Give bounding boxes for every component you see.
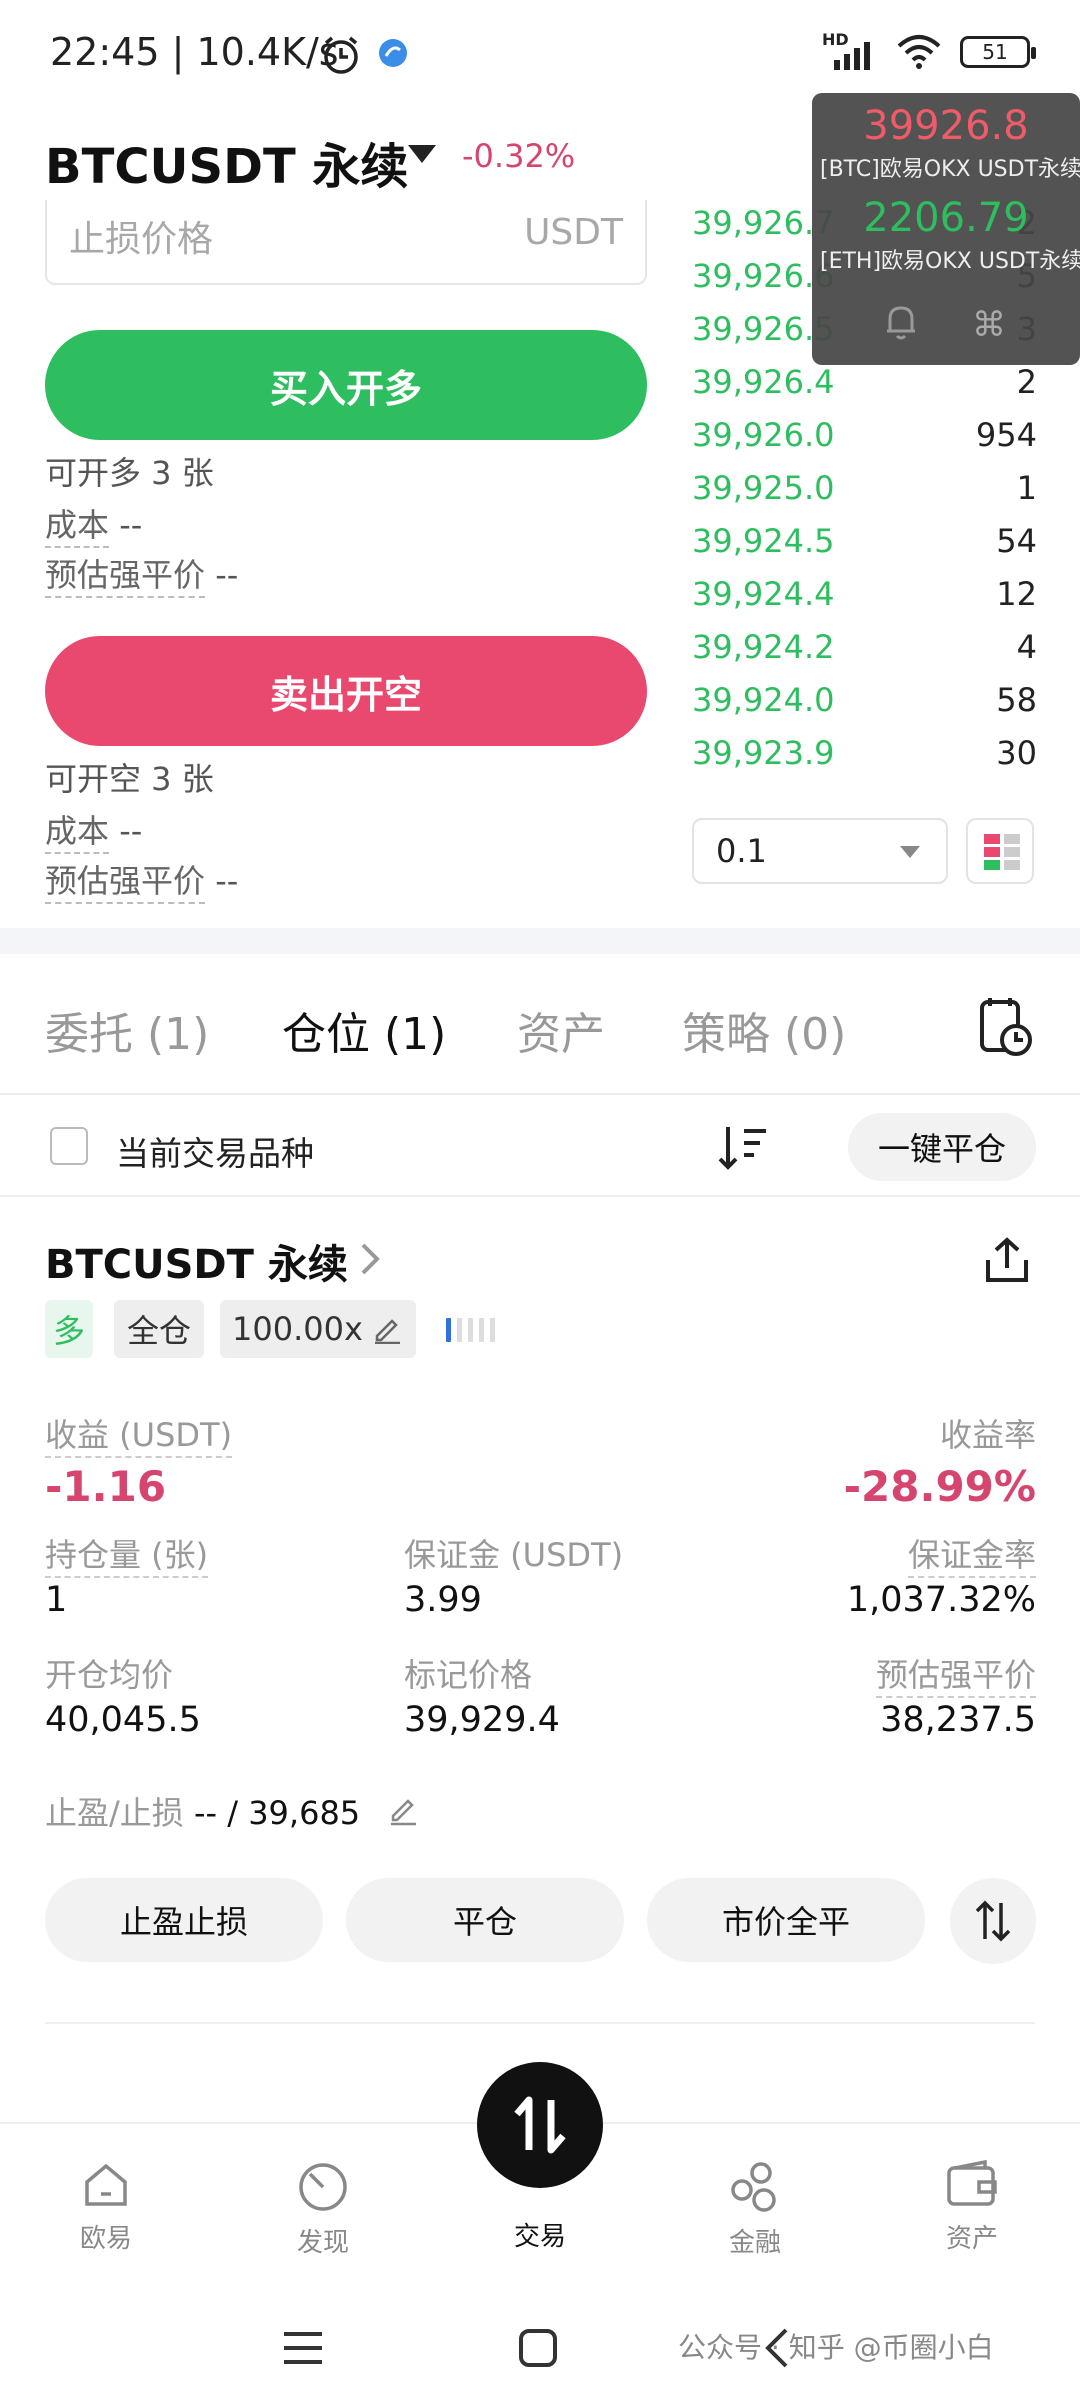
battery-icon: 51 [960, 36, 1036, 68]
order-book-layout-button[interactable] [966, 818, 1034, 884]
order-history-icon[interactable] [978, 996, 1034, 1058]
side-tag: 多 [45, 1300, 93, 1358]
home-icon [85, 2163, 127, 2206]
position-title[interactable]: BTCUSDT 永续 [45, 1232, 348, 1290]
chevron-down-icon [900, 846, 920, 858]
wifi-icon [897, 35, 941, 69]
stop-price-placeholder: 止损价格 [69, 219, 214, 260]
tab-assets[interactable]: 资产 [517, 998, 605, 1062]
share-icon[interactable] [984, 1236, 1030, 1284]
sell-available: 可开空 3 张 [45, 760, 214, 798]
pnl-label: 收益 (USDT) [45, 1410, 233, 1458]
reverse-position-button[interactable] [950, 1878, 1036, 1964]
roi-label: 收益率 [939, 1416, 1036, 1454]
status-time: 22:45 | 10.4K/s [50, 30, 339, 74]
margin-label: 保证金 (USDT) [404, 1536, 624, 1574]
size-value: 1 [45, 1580, 68, 1620]
order-book-row[interactable]: 39,924.4 12 [692, 569, 1037, 622]
divider [45, 2022, 1035, 2024]
order-book-row[interactable]: 39,926.0 954 [692, 410, 1037, 463]
tab-strategies[interactable]: 策略 (0) [682, 998, 846, 1062]
order-book-row[interactable]: 39,923.9 30 [692, 728, 1037, 781]
nav-discover[interactable]: 发现 [263, 2160, 383, 2259]
tpsl-button[interactable]: 止盈止损 [45, 1878, 323, 1962]
nav-trade-label: 交易 [513, 2222, 566, 2252]
pair-change: -0.32% [462, 137, 576, 175]
size-label: 持仓量 (张) [45, 1530, 209, 1578]
edit-icon [375, 1319, 400, 1344]
wallet-icon [947, 2160, 997, 2206]
nav-home[interactable]: 欧易 [46, 2160, 166, 2255]
sell-short-button[interactable]: 卖出开空 [45, 636, 647, 746]
roi-value: -28.99% [843, 1462, 1036, 1511]
sell-cost: 成本 -- [45, 806, 142, 854]
eth-ticker-price: 2206.79 [863, 195, 1029, 241]
finance-icon [731, 2162, 776, 2212]
order-book-row[interactable]: 39,924.5 54 [692, 516, 1037, 569]
floating-ticker[interactable]: 39926.8 [BTC]欧易OKX USDT永续 2206.79 [ETH]欧… [812, 93, 1080, 365]
stop-price-unit: USDT [524, 212, 623, 253]
nav-finance[interactable]: 金融 [695, 2160, 815, 2259]
nav-trade-button[interactable] [477, 2062, 603, 2188]
close-position-button[interactable]: 平仓 [346, 1878, 624, 1962]
liq-price-label: 预估强平价 [875, 1650, 1036, 1698]
position-tabs: 委托 (1) 仓位 (1) 资产 策略 (0) [0, 960, 1080, 1095]
current-pair-label: 当前交易品种 [116, 1134, 314, 1173]
tpsl-row: 止盈/止损 -- / 39,685 [45, 1794, 361, 1832]
watermark: 公众号 · 知乎 @币圈小白 [678, 2331, 994, 2364]
section-divider [0, 928, 1080, 954]
margin-ratio-label: 保证金率 [907, 1530, 1036, 1578]
mark-price-label: 标记价格 [404, 1656, 533, 1694]
order-book-layout-icon [984, 834, 1020, 870]
btc-ticker-label: [BTC]欧易OKX USDT永续 [820, 157, 1080, 182]
order-book-row[interactable]: 39,925.0 1 [692, 463, 1037, 516]
menu-icon[interactable] [282, 2330, 324, 2366]
tab-orders[interactable]: 委托 (1) [45, 998, 209, 1062]
swap-vertical-icon [975, 1900, 1011, 1942]
entry-price-value: 40,045.5 [45, 1700, 201, 1740]
stop-price-input[interactable]: 止损价格 USDT [45, 200, 647, 285]
bell-icon[interactable] [884, 303, 918, 341]
tab-positions[interactable]: 仓位 (1) [282, 998, 446, 1062]
margin-value: 3.99 [404, 1580, 482, 1620]
home-square-icon[interactable] [518, 2328, 558, 2368]
buy-long-button[interactable]: 买入开多 [45, 330, 647, 440]
market-close-button[interactable]: 市价全平 [647, 1878, 925, 1962]
signal-icon: HD [822, 30, 878, 70]
risk-level-icon [446, 1318, 495, 1342]
command-icon[interactable]: ⌘ [972, 305, 1006, 345]
order-book-row[interactable]: 39,924.0 58 [692, 675, 1037, 728]
close-all-button[interactable]: 一键平仓 [848, 1113, 1036, 1181]
sell-liq-price: 预估强平价 -- [45, 856, 238, 904]
alarm-icon [324, 36, 358, 74]
nav-assets[interactable]: 资产 [912, 2160, 1032, 2255]
filter-row: 当前交易品种 一键平仓 [0, 1097, 1080, 1197]
current-pair-checkbox[interactable] [50, 1127, 88, 1165]
btc-ticker-price: 39926.8 [863, 103, 1029, 149]
buy-cost: 成本 -- [45, 500, 142, 548]
app-notification-icon [379, 39, 407, 67]
buy-available: 可开多 3 张 [45, 454, 214, 492]
pnl-value: -1.16 [45, 1462, 167, 1511]
order-book-row[interactable]: 39,924.2 4 [692, 622, 1037, 675]
margin-mode-tag[interactable]: 全仓 [114, 1300, 204, 1358]
pair-title[interactable]: BTCUSDT 永续 [45, 127, 408, 197]
leverage-tag[interactable]: 100.00x [220, 1300, 416, 1358]
margin-ratio-value: 1,037.32% [846, 1580, 1036, 1620]
eth-ticker-label: [ETH]欧易OKX USDT永续 [820, 249, 1080, 274]
entry-price-label: 开仓均价 [45, 1656, 174, 1694]
discover-icon [299, 2163, 347, 2211]
chevron-right-icon[interactable] [358, 1242, 382, 1276]
status-icons: HD 51 [822, 30, 1036, 70]
mark-price-value: 39,929.4 [404, 1700, 560, 1740]
sort-icon[interactable] [718, 1123, 770, 1171]
amount-precision-select[interactable]: 0.1 [692, 818, 948, 884]
trade-swap-icon [514, 2096, 566, 2154]
buy-liq-price: 预估强平价 -- [45, 550, 238, 598]
system-nav: 公众号 · 知乎 @币圈小白 [0, 2292, 1080, 2400]
edit-icon[interactable] [388, 1794, 418, 1826]
pair-dropdown-icon[interactable] [408, 145, 436, 163]
liq-price-value: 38,237.5 [880, 1700, 1036, 1740]
